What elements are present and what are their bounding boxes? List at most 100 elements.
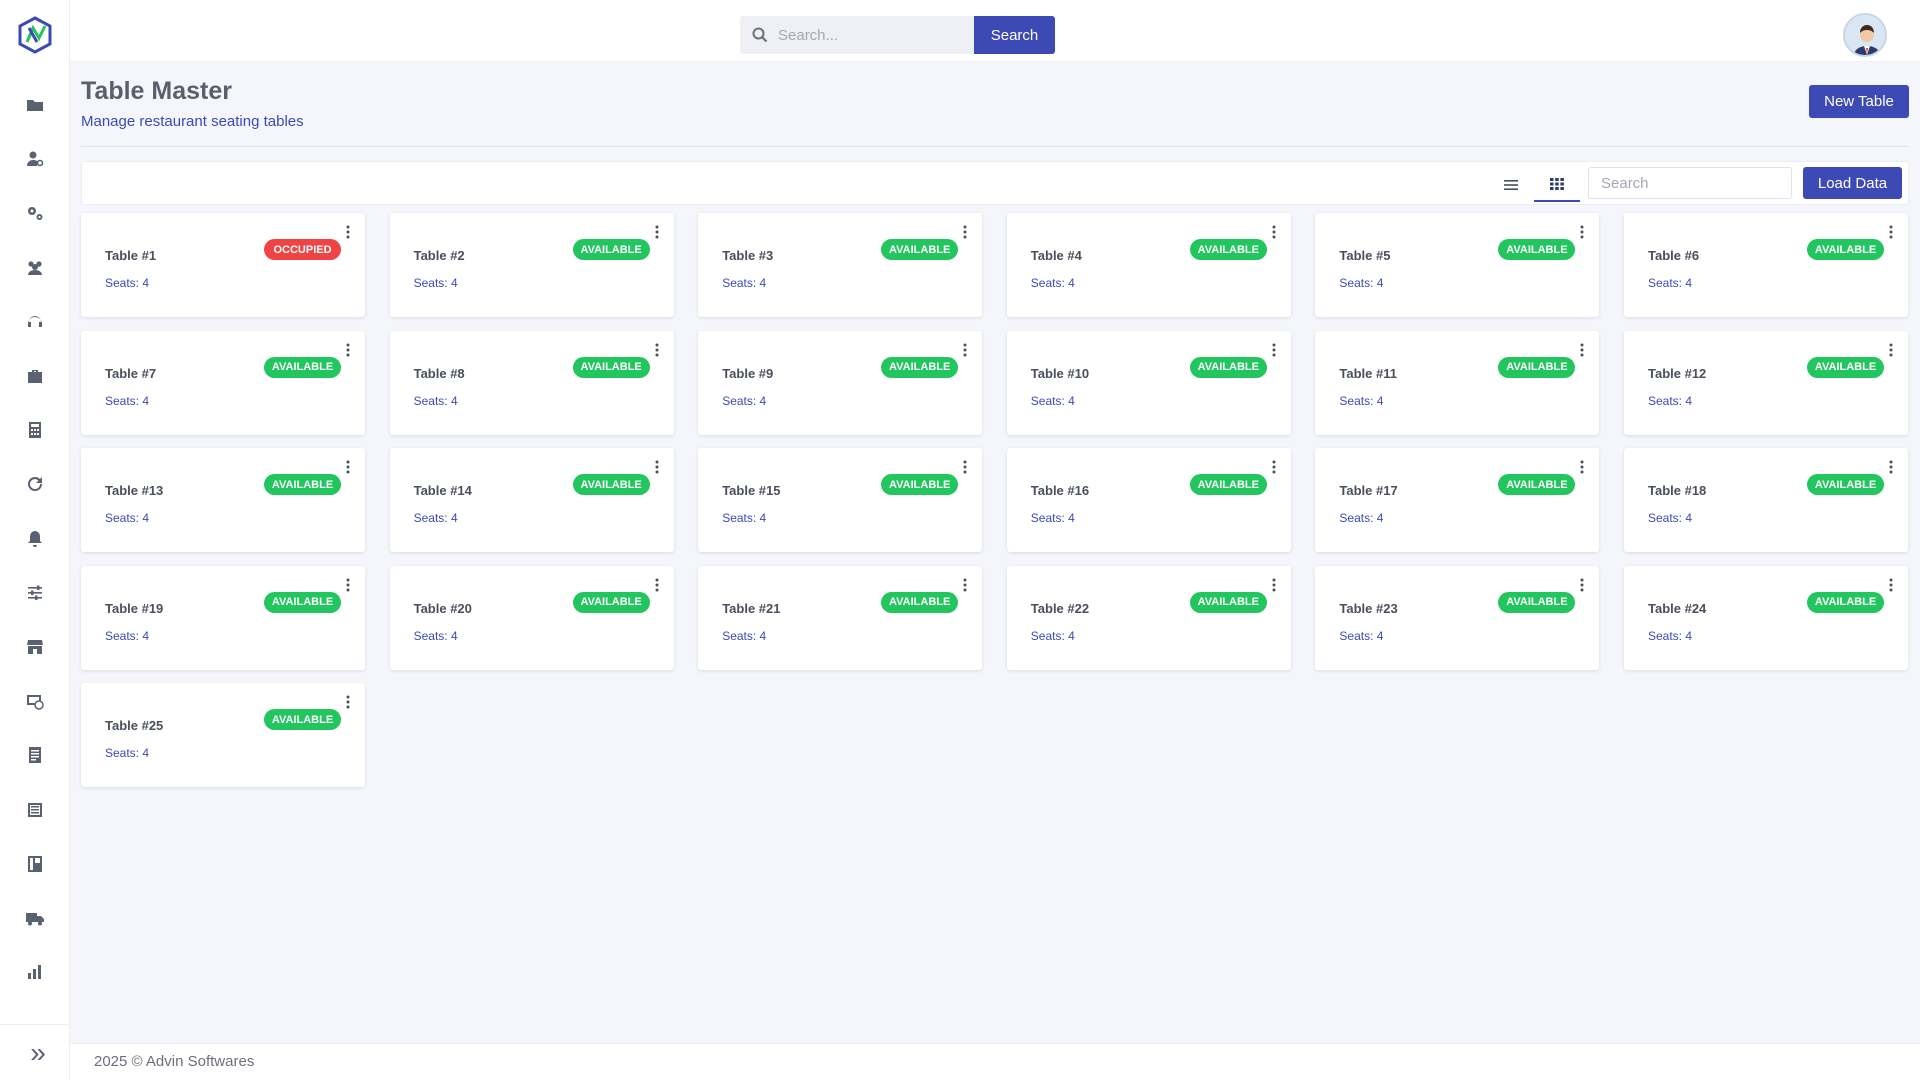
menu-board-icon[interactable] <box>0 837 70 891</box>
more-options-icon[interactable] <box>957 225 973 245</box>
footer-copyright: 2025 © Advin Softwares <box>94 1053 255 1070</box>
status-badge: OCCUPIED <box>264 239 341 260</box>
table-name: Table #8 <box>413 365 465 381</box>
table-card[interactable]: Table #9 Seats: 4 AVAILABLE <box>698 330 983 435</box>
sliders-icon[interactable] <box>0 566 70 620</box>
table-card[interactable]: Table #2 Seats: 4 AVAILABLE <box>389 213 674 317</box>
global-search-button[interactable]: Search <box>974 16 1055 54</box>
user-avatar[interactable] <box>1843 13 1887 57</box>
refresh-icon[interactable] <box>0 457 70 511</box>
more-options-icon[interactable] <box>1883 225 1899 245</box>
more-options-icon[interactable] <box>957 460 973 480</box>
table-card[interactable]: Table #21 Seats: 4 AVAILABLE <box>698 565 983 670</box>
status-badge: AVAILABLE <box>1189 239 1267 260</box>
more-options-icon[interactable] <box>957 578 973 598</box>
table-seats: Seats: 4 <box>105 276 150 290</box>
status-badge: AVAILABLE <box>572 239 650 260</box>
table-card[interactable]: Table #17 Seats: 4 AVAILABLE <box>1315 448 1600 553</box>
table-card[interactable]: Table #18 Seats: 4 AVAILABLE <box>1624 448 1908 553</box>
more-options-icon[interactable] <box>649 460 665 480</box>
more-options-icon[interactable] <box>1266 225 1282 245</box>
table-card[interactable]: Table #23 Seats: 4 AVAILABLE <box>1315 565 1600 670</box>
more-options-icon[interactable] <box>1883 343 1899 363</box>
status-badge: AVAILABLE <box>572 591 650 613</box>
more-options-icon[interactable] <box>1574 225 1590 245</box>
global-search-input[interactable] <box>778 16 968 54</box>
report-icon[interactable] <box>0 728 70 782</box>
more-options-icon[interactable] <box>1266 343 1282 363</box>
grid-view-toggle[interactable] <box>1534 168 1580 202</box>
load-data-button[interactable]: Load Data <box>1803 167 1902 199</box>
status-badge: AVAILABLE <box>1807 239 1884 260</box>
more-options-icon[interactable] <box>340 225 356 245</box>
double-chevron-right-icon: » <box>30 1036 45 1068</box>
table-card[interactable]: Table #8 Seats: 4 AVAILABLE <box>389 330 674 435</box>
table-card[interactable]: Table #25 Seats: 4 AVAILABLE <box>81 683 365 788</box>
table-seats: Seats: 4 <box>105 393 150 408</box>
table-card[interactable]: Table #7 Seats: 4 AVAILABLE <box>81 330 365 435</box>
table-card[interactable]: Table #14 Seats: 4 AVAILABLE <box>389 448 674 553</box>
status-badge: AVAILABLE <box>1189 356 1267 378</box>
table-card[interactable]: Table #4 Seats: 4 AVAILABLE <box>1006 213 1291 317</box>
table-card[interactable]: Table #19 Seats: 4 AVAILABLE <box>81 565 365 670</box>
more-options-icon[interactable] <box>1574 343 1590 363</box>
table-card[interactable]: Table #5 Seats: 4 AVAILABLE <box>1315 213 1600 317</box>
status-badge: AVAILABLE <box>1807 591 1884 613</box>
table-name: Table #5 <box>1339 248 1391 263</box>
more-options-icon[interactable] <box>1574 460 1590 480</box>
gears-icon[interactable] <box>0 186 70 240</box>
page-subtitle: Manage restaurant seating tables <box>81 113 304 130</box>
calculator-icon[interactable] <box>0 403 70 457</box>
toolbar: Load Data <box>81 161 1909 205</box>
table-card[interactable]: Table #15 Seats: 4 AVAILABLE <box>698 448 983 553</box>
table-card[interactable]: Table #1 Seats: 4 OCCUPIED <box>81 213 365 317</box>
users-icon[interactable] <box>0 241 70 295</box>
table-seats: Seats: 4 <box>413 511 458 526</box>
bell-icon[interactable] <box>0 512 70 566</box>
user-settings-icon[interactable] <box>0 132 70 186</box>
status-badge: AVAILABLE <box>1498 591 1576 613</box>
store-icon[interactable] <box>0 620 70 674</box>
more-options-icon[interactable] <box>1266 578 1282 598</box>
more-options-icon[interactable] <box>340 460 356 480</box>
table-card[interactable]: Table #10 Seats: 4 AVAILABLE <box>1006 330 1291 435</box>
more-options-icon[interactable] <box>649 343 665 363</box>
headset-icon[interactable] <box>0 295 70 349</box>
more-options-icon[interactable] <box>1883 460 1899 480</box>
more-options-icon[interactable] <box>1574 578 1590 598</box>
table-seats: Seats: 4 <box>413 393 458 408</box>
grid-view-icon <box>1550 178 1564 190</box>
more-options-icon[interactable] <box>957 343 973 363</box>
bar-chart-icon[interactable] <box>0 945 70 999</box>
table-card[interactable]: Table #22 Seats: 4 AVAILABLE <box>1006 565 1291 670</box>
more-options-icon[interactable] <box>649 225 665 245</box>
table-card[interactable]: Table #24 Seats: 4 AVAILABLE <box>1624 565 1908 670</box>
more-options-icon[interactable] <box>649 578 665 598</box>
table-card[interactable]: Table #20 Seats: 4 AVAILABLE <box>389 565 674 670</box>
folder-icon[interactable] <box>0 78 70 132</box>
truck-icon[interactable] <box>0 891 70 945</box>
more-options-icon[interactable] <box>340 578 356 598</box>
table-card[interactable]: Table #6 Seats: 4 AVAILABLE <box>1624 213 1908 317</box>
app-logo[interactable] <box>17 16 53 54</box>
table-seats: Seats: 4 <box>413 276 458 290</box>
table-search-input[interactable] <box>1588 167 1792 199</box>
more-options-icon[interactable] <box>1883 578 1899 598</box>
table-seats: Seats: 4 <box>1339 628 1384 643</box>
briefcase-icon[interactable] <box>0 349 70 403</box>
more-options-icon[interactable] <box>1266 460 1282 480</box>
money-icon[interactable] <box>0 674 70 728</box>
list-icon[interactable] <box>0 782 70 836</box>
table-card[interactable]: Table #11 Seats: 4 AVAILABLE <box>1315 330 1600 435</box>
new-table-button[interactable]: New Table <box>1809 85 1909 118</box>
table-seats: Seats: 4 <box>1648 276 1693 290</box>
more-options-icon[interactable] <box>340 695 356 715</box>
table-card[interactable]: Table #16 Seats: 4 AVAILABLE <box>1006 448 1291 553</box>
more-options-icon[interactable] <box>340 343 356 363</box>
table-card[interactable]: Table #12 Seats: 4 AVAILABLE <box>1624 330 1908 435</box>
table-name: Table #22 <box>1030 600 1090 616</box>
table-card[interactable]: Table #13 Seats: 4 AVAILABLE <box>81 448 365 553</box>
list-view-toggle[interactable] <box>1488 168 1534 202</box>
sidebar-expand-button[interactable]: » <box>0 1024 70 1080</box>
table-card[interactable]: Table #3 Seats: 4 AVAILABLE <box>698 213 983 317</box>
